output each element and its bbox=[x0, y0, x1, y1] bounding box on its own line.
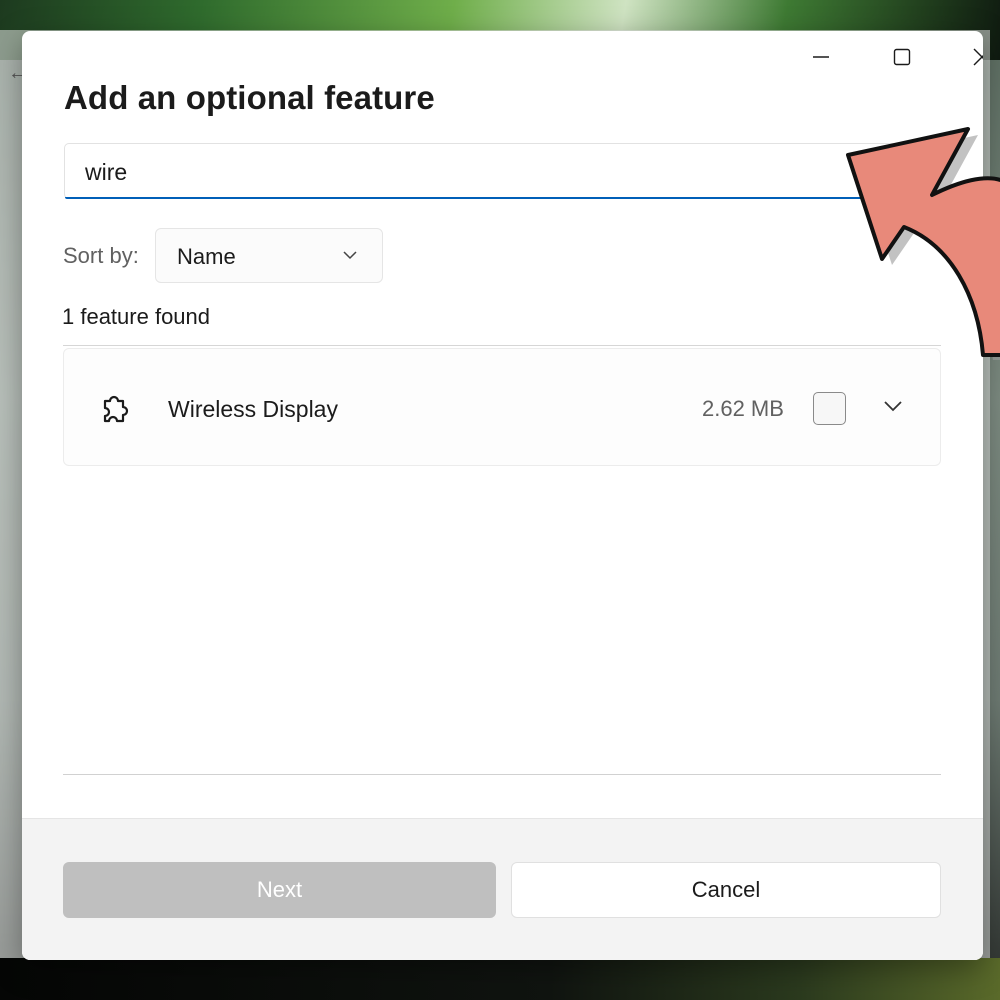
dialog-footer: Next Cancel bbox=[22, 818, 983, 960]
list-item[interactable]: Wireless Display 2.62 MB bbox=[63, 348, 941, 466]
divider bbox=[63, 774, 941, 775]
next-button[interactable]: Next bbox=[63, 862, 496, 918]
cancel-button[interactable]: Cancel bbox=[511, 862, 941, 918]
search-input[interactable] bbox=[83, 154, 787, 190]
sort-dropdown[interactable]: Name bbox=[155, 228, 383, 283]
close-button[interactable] bbox=[959, 37, 983, 77]
feature-checkbox[interactable] bbox=[813, 392, 846, 425]
minimize-icon bbox=[813, 56, 829, 58]
maximize-button[interactable] bbox=[879, 37, 925, 77]
maximize-icon bbox=[893, 48, 911, 66]
search-focus-underline bbox=[65, 197, 899, 199]
sort-selected-value: Name bbox=[177, 244, 236, 269]
chevron-down-icon[interactable] bbox=[882, 395, 904, 417]
minimize-button[interactable] bbox=[798, 37, 844, 77]
taskbar-area bbox=[0, 958, 1000, 1000]
dialog-title: Add an optional feature bbox=[64, 79, 435, 116]
add-optional-feature-dialog: Add an optional feature Sort by: Name 1 … bbox=[22, 31, 983, 960]
feature-name: Wireless Display bbox=[168, 396, 338, 422]
close-icon bbox=[973, 48, 983, 66]
search-box[interactable] bbox=[64, 143, 900, 199]
chevron-down-icon bbox=[343, 251, 357, 260]
annotation-arrow-icon bbox=[846, 127, 1000, 360]
feature-size: 2.62 MB bbox=[702, 396, 784, 421]
puzzle-piece-icon bbox=[103, 395, 129, 423]
desktop-background: ← Add an optional feature Sort by: Nam bbox=[0, 0, 1000, 1000]
divider bbox=[63, 345, 941, 346]
results-count: 1 feature found bbox=[62, 304, 211, 329]
sort-by-label: Sort by: bbox=[63, 243, 139, 268]
